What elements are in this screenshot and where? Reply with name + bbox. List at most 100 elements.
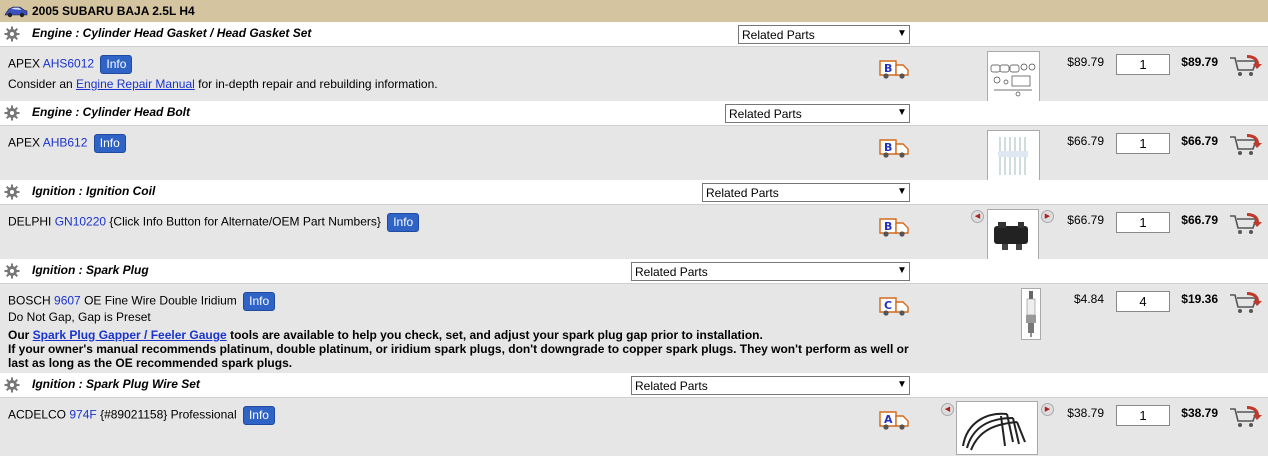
part-brand: APEX — [8, 135, 41, 150]
part-thumbnail[interactable] — [1021, 288, 1041, 340]
gear-icon[interactable] — [4, 26, 20, 42]
part-title: APEX AHB612 Info — [8, 134, 126, 153]
part-brand: BOSCH — [8, 293, 51, 308]
category-title: Ignition : Spark Plug — [32, 263, 149, 277]
unit-price: $4.84 — [1073, 292, 1104, 306]
gap-tool-note: Our Spark Plug Gapper / Feeler Gauge too… — [8, 328, 928, 342]
info-button[interactable]: Info — [387, 213, 420, 232]
unit-price: $66.79 — [1067, 134, 1104, 148]
spark-plug-warning: If your owner's manual recommends platin… — [8, 342, 909, 370]
part-description: {Click Info Button for Alternate/OEM Par… — [109, 214, 381, 229]
part-thumbnail[interactable] — [987, 130, 1040, 182]
delivery-truck-icon[interactable]: A — [878, 406, 910, 432]
arrow-left-icon[interactable]: ◀ — [941, 403, 954, 416]
category-row: Engine : Cylinder Head Gasket / Head Gas… — [0, 22, 1268, 46]
part-brand: APEX — [8, 56, 41, 71]
part-number-link[interactable]: 974F — [69, 408, 96, 422]
part-row: DELPHI GN10220 {Click Info Button for Al… — [0, 204, 1268, 261]
svg-text:C: C — [884, 299, 892, 312]
category-row: Ignition : Spark Plug Related Parts ▼ — [0, 259, 1268, 283]
info-button[interactable]: Info — [243, 292, 276, 311]
part-brand: ACDELCO — [8, 407, 67, 422]
info-button[interactable]: Info — [93, 134, 126, 153]
engine-repair-manual-link[interactable]: Engine Repair Manual — [76, 77, 195, 91]
line-total: $89.79 — [1181, 55, 1218, 69]
category-row: Engine : Cylinder Head Bolt Related Part… — [0, 101, 1268, 125]
gear-icon[interactable] — [4, 184, 20, 200]
category-title: Engine : Cylinder Head Gasket / Head Gas… — [32, 26, 312, 40]
quantity-input[interactable] — [1116, 291, 1170, 312]
part-description: OE Fine Wire Double Iridium — [84, 293, 237, 308]
note-text: tools are available to help you check, s… — [226, 328, 763, 342]
vehicle-header: 2005 SUBARU BAJA 2.5L H4 — [0, 0, 1268, 23]
category-title: Engine : Cylinder Head Bolt — [32, 105, 191, 119]
related-parts-select[interactable]: Related Parts — [631, 376, 910, 395]
add-to-cart-icon[interactable] — [1229, 290, 1263, 316]
svg-text:A: A — [884, 413, 893, 426]
category-title: Ignition : Ignition Coil — [32, 184, 156, 198]
part-title: APEX AHS6012 Info — [8, 55, 133, 74]
vehicle-title: 2005 SUBARU BAJA 2.5L H4 — [32, 4, 195, 18]
part-row: ACDELCO 974F {#89021158} Professional In… — [0, 397, 1268, 456]
part-title: BOSCH 9607 OE Fine Wire Double Iridium I… — [8, 292, 276, 311]
line-total: $66.79 — [1181, 213, 1218, 227]
add-to-cart-icon[interactable] — [1229, 404, 1263, 430]
delivery-truck-icon[interactable]: B — [878, 55, 910, 81]
info-button[interactable]: Info — [242, 406, 275, 425]
car-icon — [4, 6, 28, 18]
line-total: $66.79 — [1181, 134, 1218, 148]
unit-price: $89.79 — [1067, 55, 1104, 69]
add-to-cart-icon[interactable] — [1229, 53, 1263, 79]
add-to-cart-icon[interactable] — [1229, 132, 1263, 158]
part-spec: Do Not Gap, Gap is Preset — [8, 310, 151, 324]
part-row: APEX AHB612 Info B $66.79 $66.79 — [0, 125, 1268, 182]
note-text: for in-depth repair and rebuilding infor… — [194, 77, 438, 91]
note-text: Our — [8, 328, 33, 342]
part-number-link[interactable]: AHB612 — [43, 136, 88, 150]
part-title: DELPHI GN10220 {Click Info Button for Al… — [8, 213, 420, 232]
add-to-cart-icon[interactable] — [1229, 211, 1263, 237]
part-description: {#89021158} Professional — [100, 407, 237, 422]
gear-icon[interactable] — [4, 263, 20, 279]
line-total: $38.79 — [1181, 406, 1218, 420]
quantity-input[interactable] — [1116, 133, 1170, 154]
delivery-truck-icon[interactable]: B — [878, 213, 910, 239]
category-title: Ignition : Spark Plug Wire Set — [32, 377, 200, 391]
related-parts-select[interactable]: Related Parts — [738, 25, 910, 44]
info-button[interactable]: Info — [100, 55, 133, 74]
part-number-link[interactable]: GN10220 — [55, 215, 106, 229]
part-title: ACDELCO 974F {#89021158} Professional In… — [8, 406, 275, 425]
part-brand: DELPHI — [8, 214, 52, 229]
quantity-input[interactable] — [1116, 405, 1170, 426]
related-parts-select[interactable]: Related Parts — [725, 104, 910, 123]
delivery-truck-icon[interactable]: B — [878, 134, 910, 160]
arrow-left-icon[interactable]: ◀ — [971, 210, 984, 223]
related-parts-select[interactable]: Related Parts — [631, 262, 910, 281]
gapper-feeler-gauge-link[interactable]: Spark Plug Gapper / Feeler Gauge — [33, 328, 227, 342]
category-row: Ignition : Ignition Coil Related Parts ▼ — [0, 180, 1268, 204]
part-row: APEX AHS6012 Info Consider an Engine Rep… — [0, 46, 1268, 103]
unit-price: $38.79 — [1067, 406, 1104, 420]
part-row: BOSCH 9607 OE Fine Wire Double Iridium I… — [0, 283, 1268, 376]
part-thumbnail[interactable] — [987, 209, 1039, 261]
part-number-link[interactable]: AHS6012 — [43, 57, 94, 71]
gear-icon[interactable] — [4, 377, 20, 393]
line-total: $19.36 — [1181, 292, 1218, 306]
quantity-input[interactable] — [1116, 54, 1170, 75]
svg-text:B: B — [884, 220, 892, 233]
note-text: Consider an — [8, 77, 77, 91]
related-parts-select[interactable]: Related Parts — [702, 183, 910, 202]
arrow-right-icon[interactable]: ▶ — [1041, 403, 1054, 416]
gear-icon[interactable] — [4, 105, 20, 121]
quantity-input[interactable] — [1116, 212, 1170, 233]
arrow-right-icon[interactable]: ▶ — [1041, 210, 1054, 223]
part-note: Consider an Engine Repair Manual for in-… — [8, 77, 438, 91]
part-number-link[interactable]: 9607 — [54, 294, 81, 308]
delivery-truck-icon[interactable]: C — [878, 292, 910, 318]
part-thumbnail[interactable] — [956, 401, 1038, 455]
part-thumbnail[interactable] — [987, 51, 1040, 103]
svg-text:B: B — [884, 141, 892, 154]
unit-price: $66.79 — [1067, 213, 1104, 227]
category-row: Ignition : Spark Plug Wire Set Related P… — [0, 373, 1268, 397]
svg-text:B: B — [884, 62, 892, 75]
